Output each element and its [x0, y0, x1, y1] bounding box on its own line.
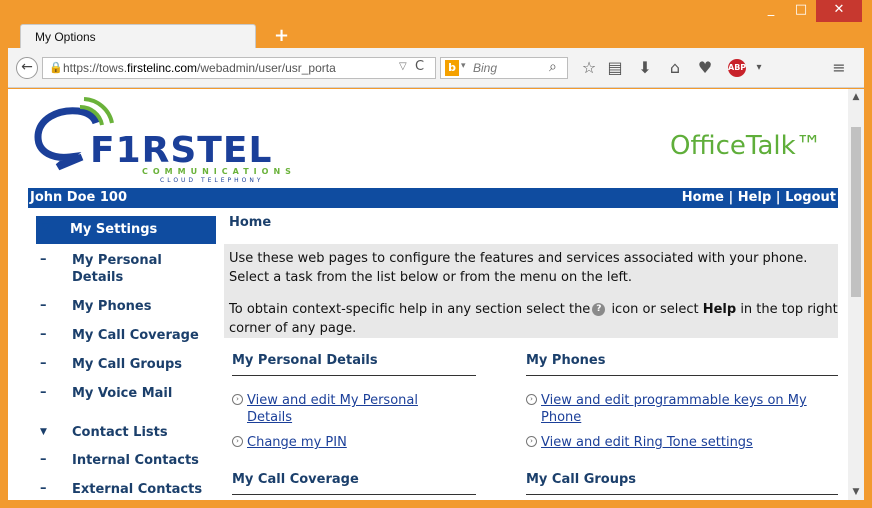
- tab-strip: My Options + _ □ ✕: [8, 0, 864, 50]
- scroll-down-icon[interactable]: ▼: [848, 484, 864, 500]
- pocket-icon[interactable]: ♥: [694, 57, 716, 79]
- brand-subtitle: COMMUNICATIONS: [142, 167, 296, 176]
- user-bar: John Doe 100 Home | Help | Logout: [28, 188, 838, 208]
- top-links: Home | Help | Logout: [681, 190, 836, 205]
- sidebar-category-contact-lists[interactable]: ▼ Contact Lists: [38, 424, 218, 442]
- logout-link[interactable]: Logout: [785, 190, 836, 205]
- vertical-scrollbar[interactable]: ▲ ▼: [848, 89, 864, 500]
- arrow-circle-icon: ›: [526, 394, 537, 405]
- section-divider: [232, 494, 476, 495]
- bing-icon[interactable]: b: [445, 60, 459, 76]
- search-bar[interactable]: b ▾ Bing ⌕: [440, 57, 568, 79]
- sidebar-item-call-groups[interactable]: – My Call Groups: [38, 356, 218, 374]
- adblock-icon[interactable]: ABP: [728, 59, 746, 77]
- link-ring-tone-settings[interactable]: › View and edit Ring Tone settings: [526, 434, 838, 452]
- url-text: https://tows.firstelinc.com/webadmin/use…: [63, 61, 336, 75]
- download-icon[interactable]: ⬇: [634, 57, 656, 79]
- brand-tagline: CLOUD TELEPHONY: [160, 177, 264, 184]
- search-icon[interactable]: ⌕: [549, 59, 557, 75]
- help-hint-text: To obtain context-specific help in any s…: [229, 302, 838, 336]
- help-icon: ?: [592, 303, 606, 316]
- lock-icon: 🔒: [49, 61, 63, 74]
- reload-icon[interactable]: C: [415, 59, 424, 74]
- sidebar-item-my-settings[interactable]: ▼ My Settings: [36, 216, 216, 244]
- link-edit-programmable-keys[interactable]: › View and edit programmable keys on My …: [526, 392, 838, 428]
- star-icon[interactable]: ☆: [578, 57, 600, 79]
- firstel-logo: F1RSTEL COMMUNICATIONS CLOUD TELEPHONY: [30, 97, 291, 184]
- back-arrow-icon: ←: [21, 59, 33, 75]
- sidebar-item-personal-details[interactable]: – My Personal Details: [38, 252, 218, 286]
- address-bar[interactable]: 🔒 https://tows.firstelinc.com/webadmin/u…: [42, 57, 436, 79]
- url-dropdown-icon[interactable]: ▽: [399, 61, 407, 72]
- sidebar: ▼ My Settings – My Personal Details – My…: [28, 208, 224, 500]
- close-button[interactable]: ✕: [816, 0, 862, 22]
- section-divider: [526, 375, 838, 376]
- sidebar-item-voice-mail[interactable]: – My Voice Mail: [38, 385, 218, 403]
- product-name: OfficeTalk™: [670, 131, 822, 161]
- web-page: F1RSTEL COMMUNICATIONS CLOUD TELEPHONY O…: [8, 89, 848, 500]
- search-engine-dropdown-icon[interactable]: ▾: [461, 61, 466, 71]
- tab-my-options[interactable]: My Options: [20, 24, 256, 50]
- section-title-personal-details: My Personal Details: [232, 353, 378, 368]
- home-icon[interactable]: ⌂: [664, 57, 686, 79]
- link-edit-personal-details[interactable]: › View and edit My Personal Details: [232, 392, 512, 428]
- navigation-toolbar: ← 🔒 https://tows.firstelinc.com/webadmin…: [8, 48, 864, 88]
- intro-panel: Use these web pages to configure the fea…: [224, 244, 838, 338]
- sidebar-item-call-coverage[interactable]: – My Call Coverage: [38, 327, 218, 345]
- tab-title: My Options: [35, 30, 96, 44]
- section-divider: [232, 375, 476, 376]
- section-title-phones: My Phones: [526, 353, 606, 368]
- sidebar-item-external-contacts[interactable]: – External Contacts: [38, 481, 218, 499]
- search-placeholder: Bing: [473, 61, 498, 75]
- reading-list-icon[interactable]: ▤: [604, 57, 626, 79]
- minimize-button[interactable]: _: [756, 0, 786, 22]
- window-bottom-border: [8, 500, 864, 508]
- sidebar-item-phones[interactable]: – My Phones: [38, 298, 218, 316]
- section-title-call-groups: My Call Groups: [526, 472, 636, 487]
- scrollbar-thumb[interactable]: [851, 127, 861, 297]
- adblock-dropdown-icon[interactable]: ▾: [748, 57, 770, 79]
- new-tab-button[interactable]: +: [274, 25, 289, 46]
- link-change-pin[interactable]: › Change my PIN: [232, 434, 512, 452]
- back-button[interactable]: ←: [16, 57, 38, 79]
- expand-arrow-icon: ▼: [42, 222, 50, 233]
- menu-icon[interactable]: ≡: [828, 57, 850, 79]
- collapse-arrow-icon: ▼: [40, 427, 47, 437]
- brand-name: F1RSTEL: [90, 130, 273, 171]
- home-link[interactable]: Home: [682, 190, 724, 205]
- arrow-circle-icon: ›: [526, 436, 537, 447]
- user-name: John Doe 100: [30, 190, 128, 205]
- intro-text: Use these web pages to configure the fea…: [229, 251, 808, 285]
- scroll-up-icon[interactable]: ▲: [848, 89, 864, 105]
- arrow-circle-icon: ›: [232, 394, 243, 405]
- maximize-button[interactable]: □: [786, 0, 816, 22]
- page-title: Home: [224, 208, 838, 244]
- arrow-circle-icon: ›: [232, 436, 243, 447]
- sidebar-item-internal-contacts[interactable]: – Internal Contacts: [38, 452, 218, 470]
- help-link[interactable]: Help: [738, 190, 771, 205]
- browser-window: My Options + _ □ ✕ ← 🔒 https://tows.firs…: [8, 0, 872, 508]
- section-divider: [526, 494, 838, 495]
- main-content: Home Use these web pages to configure th…: [224, 208, 838, 500]
- section-title-call-coverage: My Call Coverage: [232, 472, 359, 487]
